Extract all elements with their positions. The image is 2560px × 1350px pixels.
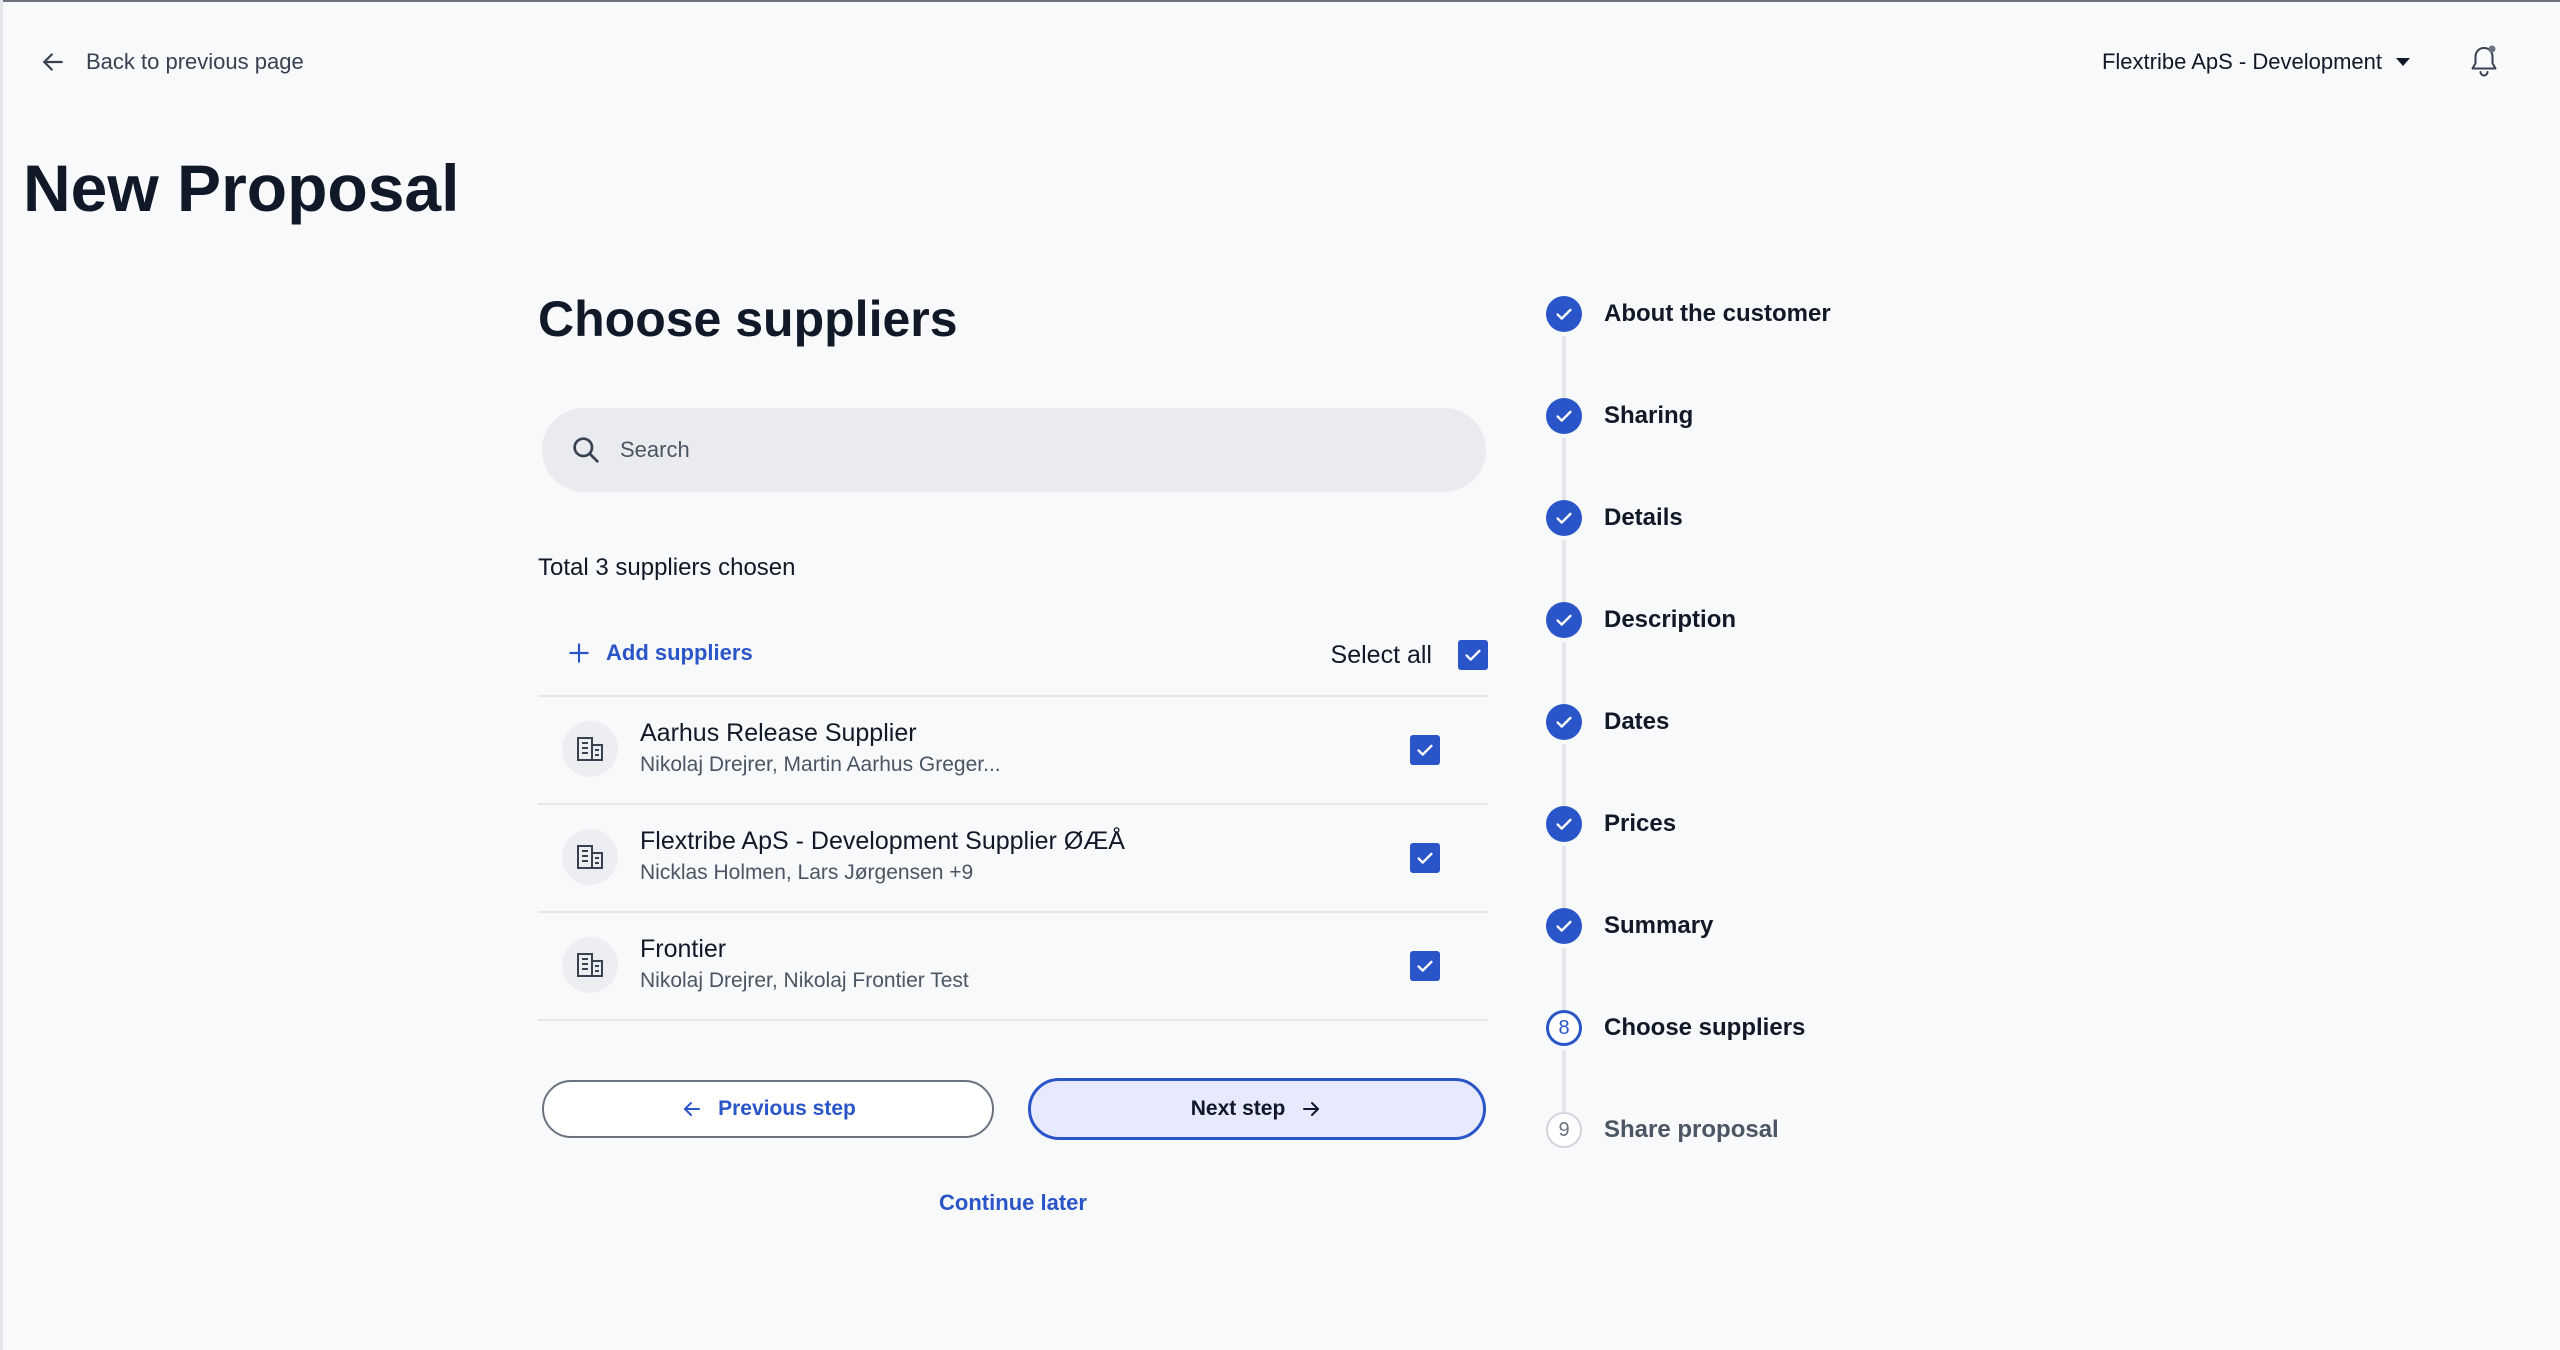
step-connector xyxy=(1562,846,1566,910)
step-label: Details xyxy=(1604,504,1683,531)
step-complete-icon xyxy=(1546,704,1582,740)
notification-bell-icon[interactable] xyxy=(2466,42,2502,80)
step-summary[interactable]: Summary xyxy=(1546,908,1713,944)
window-top-border xyxy=(0,0,2560,2)
step-connector xyxy=(1562,438,1566,502)
previous-step-button[interactable]: Previous step xyxy=(542,1080,994,1138)
supplier-checkbox[interactable] xyxy=(1410,735,1440,765)
building-icon xyxy=(562,937,618,993)
step-description[interactable]: Description xyxy=(1546,602,1736,638)
search-bar[interactable] xyxy=(542,408,1486,492)
supplier-list: Aarhus Release Supplier Nikolaj Drejrer,… xyxy=(538,695,1488,1021)
arrow-left-icon xyxy=(43,53,63,71)
organization-dropdown[interactable]: Flextribe ApS - Development xyxy=(2102,44,2410,80)
supplier-contacts: Nikolaj Drejrer, Nikolaj Frontier Test xyxy=(640,969,969,992)
choose-suppliers-panel: Choose suppliers Total 3 suppliers chose… xyxy=(538,290,1488,1215)
step-complete-icon xyxy=(1546,500,1582,536)
step-connector xyxy=(1562,336,1566,400)
step-number-badge: 8 xyxy=(1546,1010,1582,1046)
step-label: Choose suppliers xyxy=(1604,1014,1806,1041)
step-details[interactable]: Details xyxy=(1546,500,1683,536)
previous-step-label: Previous step xyxy=(718,1097,856,1120)
step-label: Share proposal xyxy=(1604,1116,1779,1143)
step-choose-suppliers[interactable]: 8 Choose suppliers xyxy=(1546,1010,1805,1046)
select-all-control: Select all xyxy=(1331,640,1488,670)
supplier-contacts: Nicklas Holmen, Lars Jørgensen +9 xyxy=(640,861,974,884)
supplier-row[interactable]: Frontier Nikolaj Drejrer, Nikolaj Fronti… xyxy=(538,913,1488,1021)
supplier-name: Frontier xyxy=(640,935,727,963)
add-suppliers-label: Add suppliers xyxy=(606,640,753,665)
step-label: About the customer xyxy=(1604,300,1831,327)
progress-stepper: About the customer Sharing Details Descr… xyxy=(1546,296,1946,1156)
step-connector xyxy=(1562,948,1566,1012)
step-number-badge: 9 xyxy=(1546,1112,1582,1148)
arrow-left-icon xyxy=(684,1102,701,1116)
step-complete-icon xyxy=(1546,398,1582,434)
step-connector xyxy=(1562,540,1566,604)
add-suppliers-button[interactable]: Add suppliers xyxy=(566,640,753,666)
building-icon xyxy=(562,721,618,777)
step-label: Dates xyxy=(1604,708,1670,735)
step-label: Description xyxy=(1604,606,1737,633)
supplier-name: Flextribe ApS - Development Supplier ØÆÅ xyxy=(640,827,1125,855)
checkmark-icon xyxy=(1417,852,1433,864)
section-title: Choose suppliers xyxy=(538,291,958,347)
supplier-row[interactable]: Aarhus Release Supplier Nikolaj Drejrer,… xyxy=(538,697,1488,805)
supplier-actions-row: Add suppliers Select all xyxy=(538,628,1488,698)
select-all-checkbox[interactable] xyxy=(1458,640,1488,670)
search-input[interactable] xyxy=(618,436,1442,464)
supplier-row[interactable]: Flextribe ApS - Development Supplier ØÆÅ… xyxy=(538,805,1488,913)
back-link-label: Back to previous page xyxy=(86,49,304,74)
back-to-previous-page-link[interactable]: Back to previous page xyxy=(38,44,304,80)
building-icon xyxy=(562,829,618,885)
supplier-name: Aarhus Release Supplier xyxy=(640,719,917,747)
step-complete-icon xyxy=(1546,806,1582,842)
step-label: Sharing xyxy=(1604,402,1694,429)
step-connector xyxy=(1562,1050,1566,1114)
checkmark-icon xyxy=(1465,649,1481,661)
arrow-right-icon xyxy=(1303,1102,1320,1116)
step-share-proposal[interactable]: 9 Share proposal xyxy=(1546,1112,1779,1148)
step-complete-icon xyxy=(1546,296,1582,332)
checkmark-icon xyxy=(1417,744,1433,756)
continue-later-link[interactable]: Continue later xyxy=(538,1190,1488,1216)
organization-name: Flextribe ApS - Development xyxy=(2101,49,2382,74)
window-left-border xyxy=(0,0,3,1350)
supplier-checkbox[interactable] xyxy=(1410,843,1440,873)
total-suppliers-chosen: Total 3 suppliers chosen xyxy=(538,554,796,581)
step-label: Prices xyxy=(1604,810,1677,837)
step-prices[interactable]: Prices xyxy=(1546,806,1676,842)
step-dates[interactable]: Dates xyxy=(1546,704,1669,740)
select-all-label: Select all xyxy=(1330,640,1432,669)
plus-icon xyxy=(569,643,589,663)
step-complete-icon xyxy=(1546,908,1582,944)
supplier-contacts: Nikolaj Drejrer, Martin Aarhus Greger... xyxy=(640,753,1001,776)
checkmark-icon xyxy=(1417,960,1433,972)
next-step-label: Next step xyxy=(1190,1097,1286,1120)
next-step-button[interactable]: Next step xyxy=(1028,1078,1486,1140)
caret-down-icon xyxy=(2396,58,2410,66)
step-complete-icon xyxy=(1546,602,1582,638)
step-about-the-customer[interactable]: About the customer xyxy=(1546,296,1831,332)
search-icon xyxy=(573,437,599,463)
supplier-checkbox[interactable] xyxy=(1410,951,1440,981)
step-connector xyxy=(1562,642,1566,706)
step-connector xyxy=(1562,744,1566,808)
page-title: New Proposal xyxy=(23,151,460,225)
step-label: Summary xyxy=(1604,912,1714,939)
step-sharing[interactable]: Sharing xyxy=(1546,398,1693,434)
